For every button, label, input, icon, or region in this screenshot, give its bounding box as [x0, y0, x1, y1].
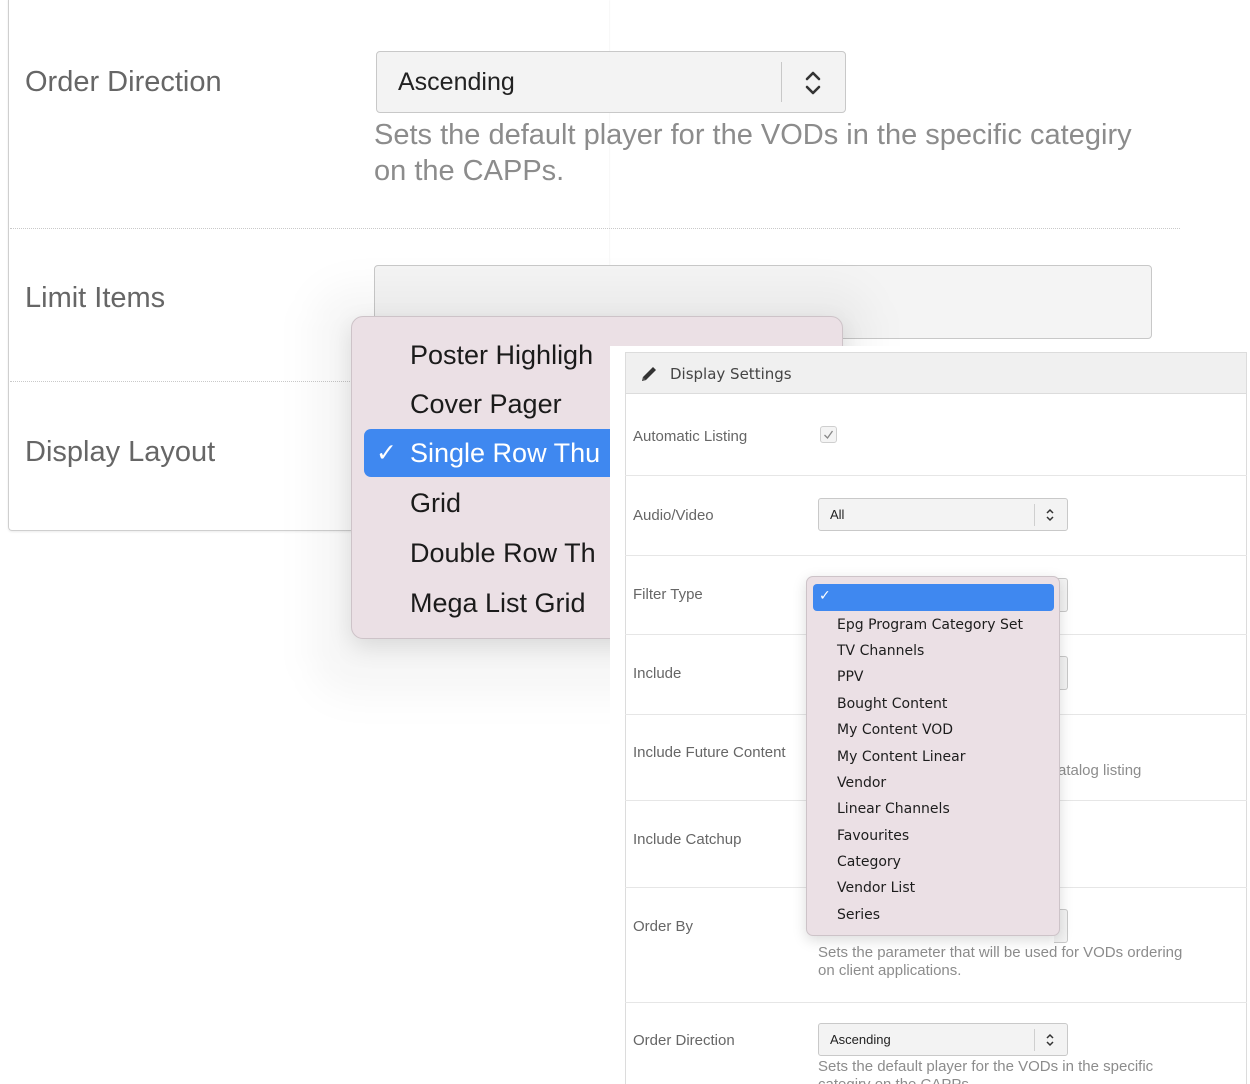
- filter-type-option[interactable]: Favourites: [837, 828, 909, 844]
- layout-option-label: Grid: [410, 488, 462, 518]
- order-direction-help: Sets the default player for the VODs in …: [818, 1058, 1154, 1084]
- order-direction-select[interactable]: Ascending: [818, 1023, 1068, 1056]
- filter-type-option[interactable]: Epg Program Category Set: [837, 617, 1023, 633]
- filter-type-dropdown[interactable]: ✓ Epg Program Category Set TV Channels P…: [806, 576, 1060, 936]
- layout-option-label: Mega List Grid: [410, 588, 586, 618]
- filter-type-option[interactable]: PPV: [837, 669, 863, 685]
- filter-type-option[interactable]: Series: [837, 907, 880, 923]
- order-by-label: Order By: [633, 918, 694, 935]
- row-divider: [10, 228, 1180, 229]
- select-separator: [1034, 1029, 1035, 1051]
- row-divider: [625, 1002, 1247, 1003]
- audio-video-select[interactable]: All: [818, 498, 1068, 531]
- select-arrows-icon: [1046, 508, 1054, 522]
- filter-type-option[interactable]: Category: [837, 854, 901, 870]
- checkmark-icon: ✓: [819, 588, 831, 604]
- order-direction-help: Sets the default player for the VODs in …: [374, 119, 1132, 187]
- automatic-listing-checkbox[interactable]: [820, 426, 837, 443]
- filter-type-option[interactable]: TV Channels: [837, 643, 924, 659]
- panel-header: Display Settings: [625, 352, 1247, 394]
- layout-option-label: Double Row Th: [410, 538, 596, 568]
- select-separator: [781, 62, 782, 102]
- include-future-content-label: Include Future Content: [633, 744, 786, 761]
- filter-type-option[interactable]: Vendor List: [837, 880, 915, 896]
- filter-type-option[interactable]: Linear Channels: [837, 801, 950, 817]
- select-arrows-icon: [805, 71, 821, 95]
- select-separator: [1034, 504, 1035, 526]
- display-layout-label: Display Layout: [25, 436, 216, 468]
- audio-video-value: All: [830, 507, 845, 522]
- filter-type-option[interactable]: Vendor: [837, 775, 886, 791]
- layout-option-label: Poster Highligh: [410, 340, 594, 370]
- order-direction-value: Ascending: [398, 68, 515, 96]
- filter-type-label: Filter Type: [633, 586, 703, 603]
- pencil-icon: [642, 367, 656, 381]
- row-divider: [625, 555, 1247, 556]
- layout-option-label: Single Row Thu: [410, 438, 601, 468]
- order-direction-label: Order Direction: [633, 1032, 735, 1049]
- include-catchup-label: Include Catchup: [633, 831, 742, 848]
- select-arrows-icon: [1046, 1033, 1054, 1047]
- layout-option-label: Cover Pager: [410, 389, 562, 419]
- filter-type-option[interactable]: Bought Content: [837, 696, 947, 712]
- limit-items-label: Limit Items: [25, 282, 166, 314]
- order-direction-value: Ascending: [830, 1032, 891, 1047]
- order-by-help: Sets the parameter that will be used for…: [818, 944, 1183, 979]
- panel-title: Display Settings: [670, 365, 792, 383]
- audio-video-label: Audio/Video: [633, 507, 714, 524]
- checkmark-icon: [824, 430, 834, 440]
- filter-type-option[interactable]: My Content Linear: [837, 749, 965, 765]
- filter-type-option-selected[interactable]: ✓: [813, 584, 1054, 611]
- checkmark-icon: ✓: [376, 439, 397, 467]
- order-direction-label: Order Direction: [25, 66, 222, 98]
- automatic-listing-label: Automatic Listing: [633, 428, 748, 445]
- order-direction-select[interactable]: Ascending: [376, 51, 846, 113]
- row-divider: [625, 475, 1247, 476]
- include-label: Include: [633, 665, 682, 682]
- filter-type-option[interactable]: My Content VOD: [837, 722, 953, 738]
- include-future-content-help: atalog listing: [1058, 762, 1142, 779]
